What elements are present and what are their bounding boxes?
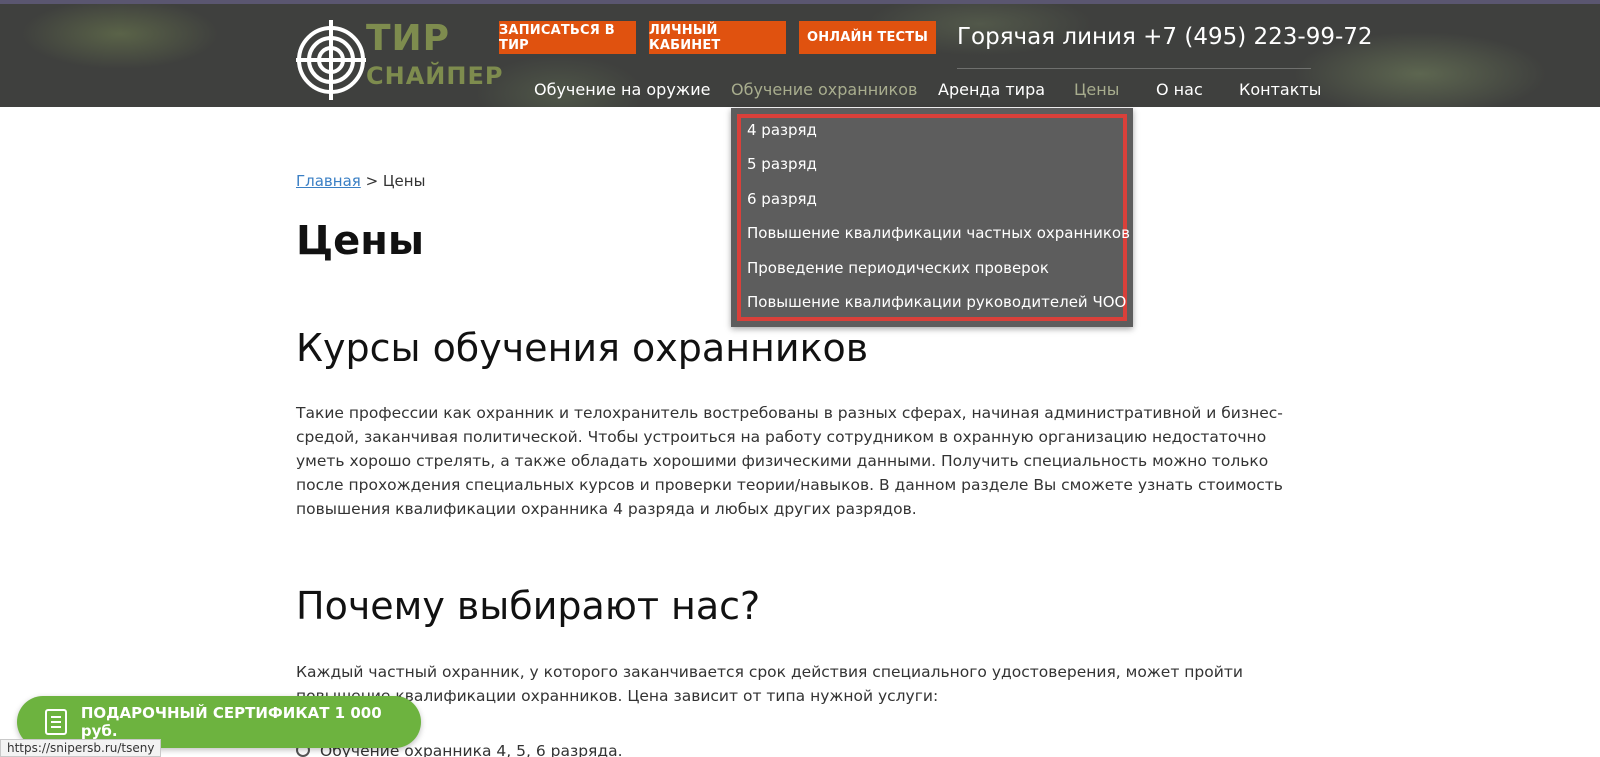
header-divider bbox=[957, 68, 1311, 69]
guard-training-dropdown: 4 разряд 5 разряд 6 разряд Повышение ква… bbox=[731, 108, 1133, 327]
certificate-icon bbox=[45, 709, 67, 735]
breadcrumb-current: Цены bbox=[382, 172, 426, 190]
section-guard-courses-text: Такие профессии как охранник и телохрани… bbox=[296, 404, 1283, 518]
nav-item-weapons-training[interactable]: Обучение на оружие bbox=[534, 80, 710, 99]
site-header: ТИР СНАЙПЕР ЗАПИСАТЬСЯ В ТИР ЛИЧНЫЙ КАБИ… bbox=[0, 0, 1600, 107]
online-tests-button[interactable]: ОНЛАЙН ТЕСТЫ bbox=[799, 21, 936, 54]
section-guard-courses-title: Курсы обучения охранников bbox=[296, 326, 869, 370]
breadcrumb-home-link[interactable]: Главная bbox=[296, 172, 361, 190]
target-icon bbox=[296, 20, 366, 100]
nav-item-contacts[interactable]: Контакты bbox=[1239, 80, 1321, 99]
nav-item-prices[interactable]: Цены bbox=[1074, 80, 1119, 99]
nav-item-guard-training[interactable]: Обучение охранников bbox=[731, 80, 917, 99]
book-range-button[interactable]: ЗАПИСАТЬСЯ В ТИР bbox=[499, 21, 636, 54]
nav-item-about[interactable]: О нас bbox=[1156, 80, 1203, 99]
breadcrumb: Главная > Цены bbox=[296, 172, 425, 190]
site-logo[interactable]: ТИР СНАЙПЕР bbox=[296, 18, 502, 102]
section-why-us-title: Почему выбирают нас? bbox=[296, 584, 761, 628]
dropdown-item-grade-4[interactable]: 4 разряд bbox=[747, 121, 817, 139]
dropdown-item-periodic-checks[interactable]: Проведение периодических проверок bbox=[747, 259, 1049, 277]
section-why-us-text: Каждый частный охранник, у которого зака… bbox=[296, 663, 1243, 705]
browser-status-url: https://snipersb.ru/tseny bbox=[0, 739, 162, 757]
dropdown-item-private-guard-qualification[interactable]: Повышение квалификации частных охраннико… bbox=[747, 224, 1130, 242]
dropdown-item-grade-6[interactable]: 6 разряд bbox=[747, 190, 817, 208]
breadcrumb-separator: > bbox=[360, 172, 383, 190]
hotline-phone[interactable]: Горячая линия +7 (495) 223-99-72 bbox=[957, 24, 1373, 50]
dropdown-item-grade-5[interactable]: 5 разряд bbox=[747, 155, 817, 173]
page-title: Цены bbox=[296, 218, 425, 264]
dropdown-highlight-frame bbox=[737, 114, 1127, 321]
nav-item-range-rental[interactable]: Аренда тира bbox=[938, 80, 1045, 99]
dropdown-item-manager-qualification[interactable]: Повышение квалификации руководителей ЧОО bbox=[747, 293, 1126, 311]
logo-text-line1: ТИР bbox=[366, 18, 451, 59]
personal-account-button[interactable]: ЛИЧНЫЙ КАБИНЕТ bbox=[649, 21, 786, 54]
gift-certificate-label: ПОДАРОЧНЫЙ СЕРТИФИКАТ 1 000 руб. bbox=[80, 704, 382, 740]
logo-text-line2: СНАЙПЕР bbox=[366, 62, 504, 90]
